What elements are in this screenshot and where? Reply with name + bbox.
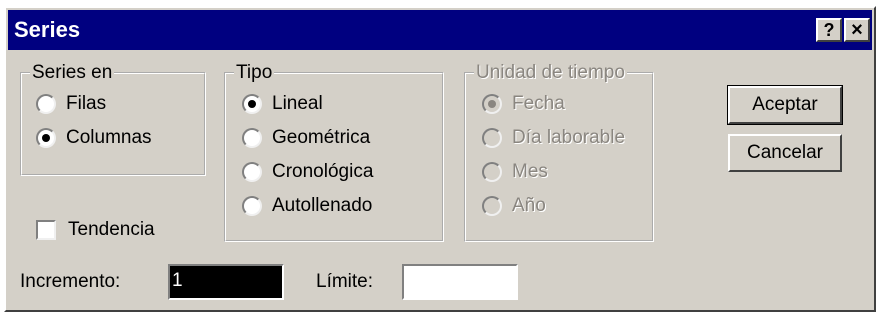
incremento-input[interactable]: 1 xyxy=(168,264,284,300)
radio-autollenado-circle[interactable] xyxy=(242,196,262,216)
radio-lineal-circle[interactable] xyxy=(242,94,262,114)
radio-ano-circle xyxy=(482,196,502,216)
radio-filas-circle[interactable] xyxy=(36,94,56,114)
radio-dot xyxy=(42,134,50,142)
radio-dot xyxy=(488,100,496,108)
dialog-title: Series xyxy=(14,17,81,42)
unidad-tiempo-group: Unidad de tiempo Fecha Día laborable Mes… xyxy=(464,62,654,242)
cancelar-button[interactable]: Cancelar xyxy=(728,134,842,172)
radio-ano-label: Año xyxy=(512,195,546,216)
radio-geometrica-circle[interactable] xyxy=(242,128,262,148)
radio-cronologica-circle[interactable] xyxy=(242,162,262,182)
tipo-group: Tipo Lineal Geométrica Cronológica Autol… xyxy=(224,62,444,242)
title-bar[interactable]: Series ? × xyxy=(8,10,872,50)
limite-input[interactable] xyxy=(402,264,518,300)
incremento-label: Incremento: xyxy=(20,271,121,292)
radio-mes-circle xyxy=(482,162,502,182)
radio-filas-label: Filas xyxy=(66,93,107,114)
radio-dot xyxy=(248,100,256,108)
radio-lineal-label: Lineal xyxy=(272,93,323,114)
radio-fecha-label: Fecha xyxy=(512,93,565,114)
tendencia-checkbox[interactable] xyxy=(36,220,56,240)
tendencia-label[interactable]: Tendencia xyxy=(68,218,155,242)
limite-label: Límite: xyxy=(316,271,374,292)
series-en-group: Series en Filas Columnas xyxy=(20,62,206,176)
help-button[interactable]: ? xyxy=(816,18,842,42)
series-dialog: Series ? × Series en Filas Columnas Tend… xyxy=(4,6,876,312)
tipo-legend: Tipo xyxy=(234,62,275,84)
radio-dia-laborable-circle xyxy=(482,128,502,148)
radio-columnas-label: Columnas xyxy=(66,127,152,148)
unidad-tiempo-legend: Unidad de tiempo xyxy=(474,62,627,84)
radio-columnas-circle[interactable] xyxy=(36,128,56,148)
close-button[interactable]: × xyxy=(844,18,870,42)
radio-cronologica-label: Cronológica xyxy=(272,161,374,182)
aceptar-button[interactable]: Aceptar xyxy=(727,85,843,125)
radio-mes-label: Mes xyxy=(512,161,548,182)
radio-geometrica-label: Geométrica xyxy=(272,127,371,148)
radio-autollenado-label: Autollenado xyxy=(272,195,373,216)
series-en-legend: Series en xyxy=(30,62,115,84)
radio-fecha-circle xyxy=(482,94,502,114)
radio-dia-laborable-label: Día laborable xyxy=(512,127,626,148)
